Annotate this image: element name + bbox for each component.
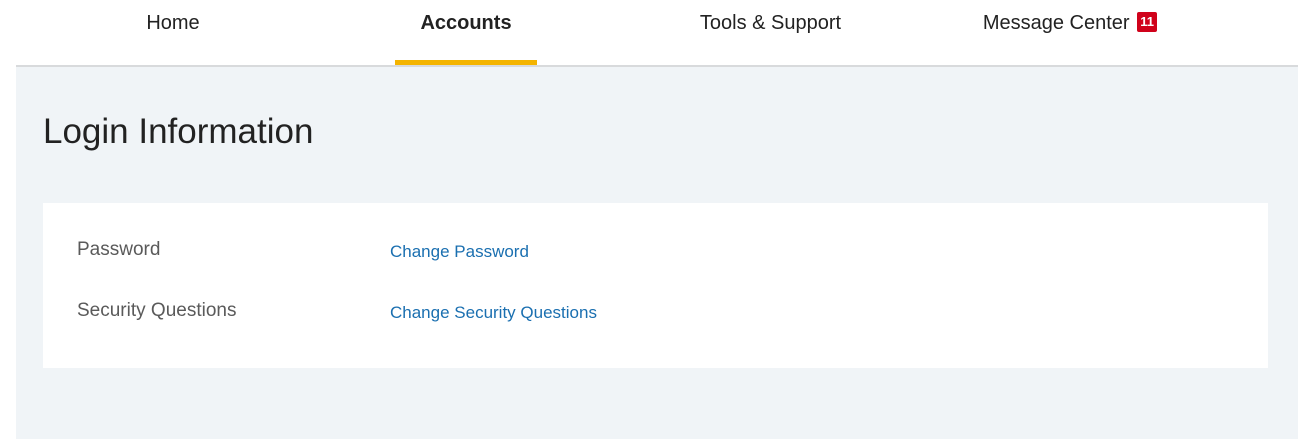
- nav-tab-tools-support-label: Tools & Support: [699, 12, 842, 34]
- nav-tab-message-center[interactable]: Message Center 11: [945, 0, 1195, 66]
- nav-tab-home-label: Home: [146, 12, 200, 34]
- password-row: Password Change Password: [43, 239, 743, 269]
- change-security-questions-link[interactable]: Change Security Questions: [390, 303, 597, 323]
- nav-tab-home[interactable]: Home: [118, 0, 228, 66]
- security-questions-row: Security Questions Change Security Quest…: [43, 300, 743, 330]
- nav-tab-message-center-label: Message Center: [982, 12, 1130, 34]
- security-questions-label: Security Questions: [77, 300, 237, 321]
- nav-tab-tools-support[interactable]: Tools & Support: [663, 0, 878, 66]
- nav-tab-accounts[interactable]: Accounts: [395, 0, 537, 66]
- message-count-badge: 11: [1137, 12, 1158, 32]
- page-title: Login Information: [43, 112, 314, 151]
- main-content: Login Information Password Change Passwo…: [16, 67, 1298, 439]
- password-label: Password: [77, 239, 161, 260]
- login-settings-panel: Password Change Password Security Questi…: [43, 203, 1268, 368]
- top-navigation: Home Accounts Tools & Support Message Ce…: [0, 0, 1298, 67]
- change-password-link[interactable]: Change Password: [390, 242, 529, 262]
- nav-tab-accounts-label: Accounts: [420, 12, 512, 34]
